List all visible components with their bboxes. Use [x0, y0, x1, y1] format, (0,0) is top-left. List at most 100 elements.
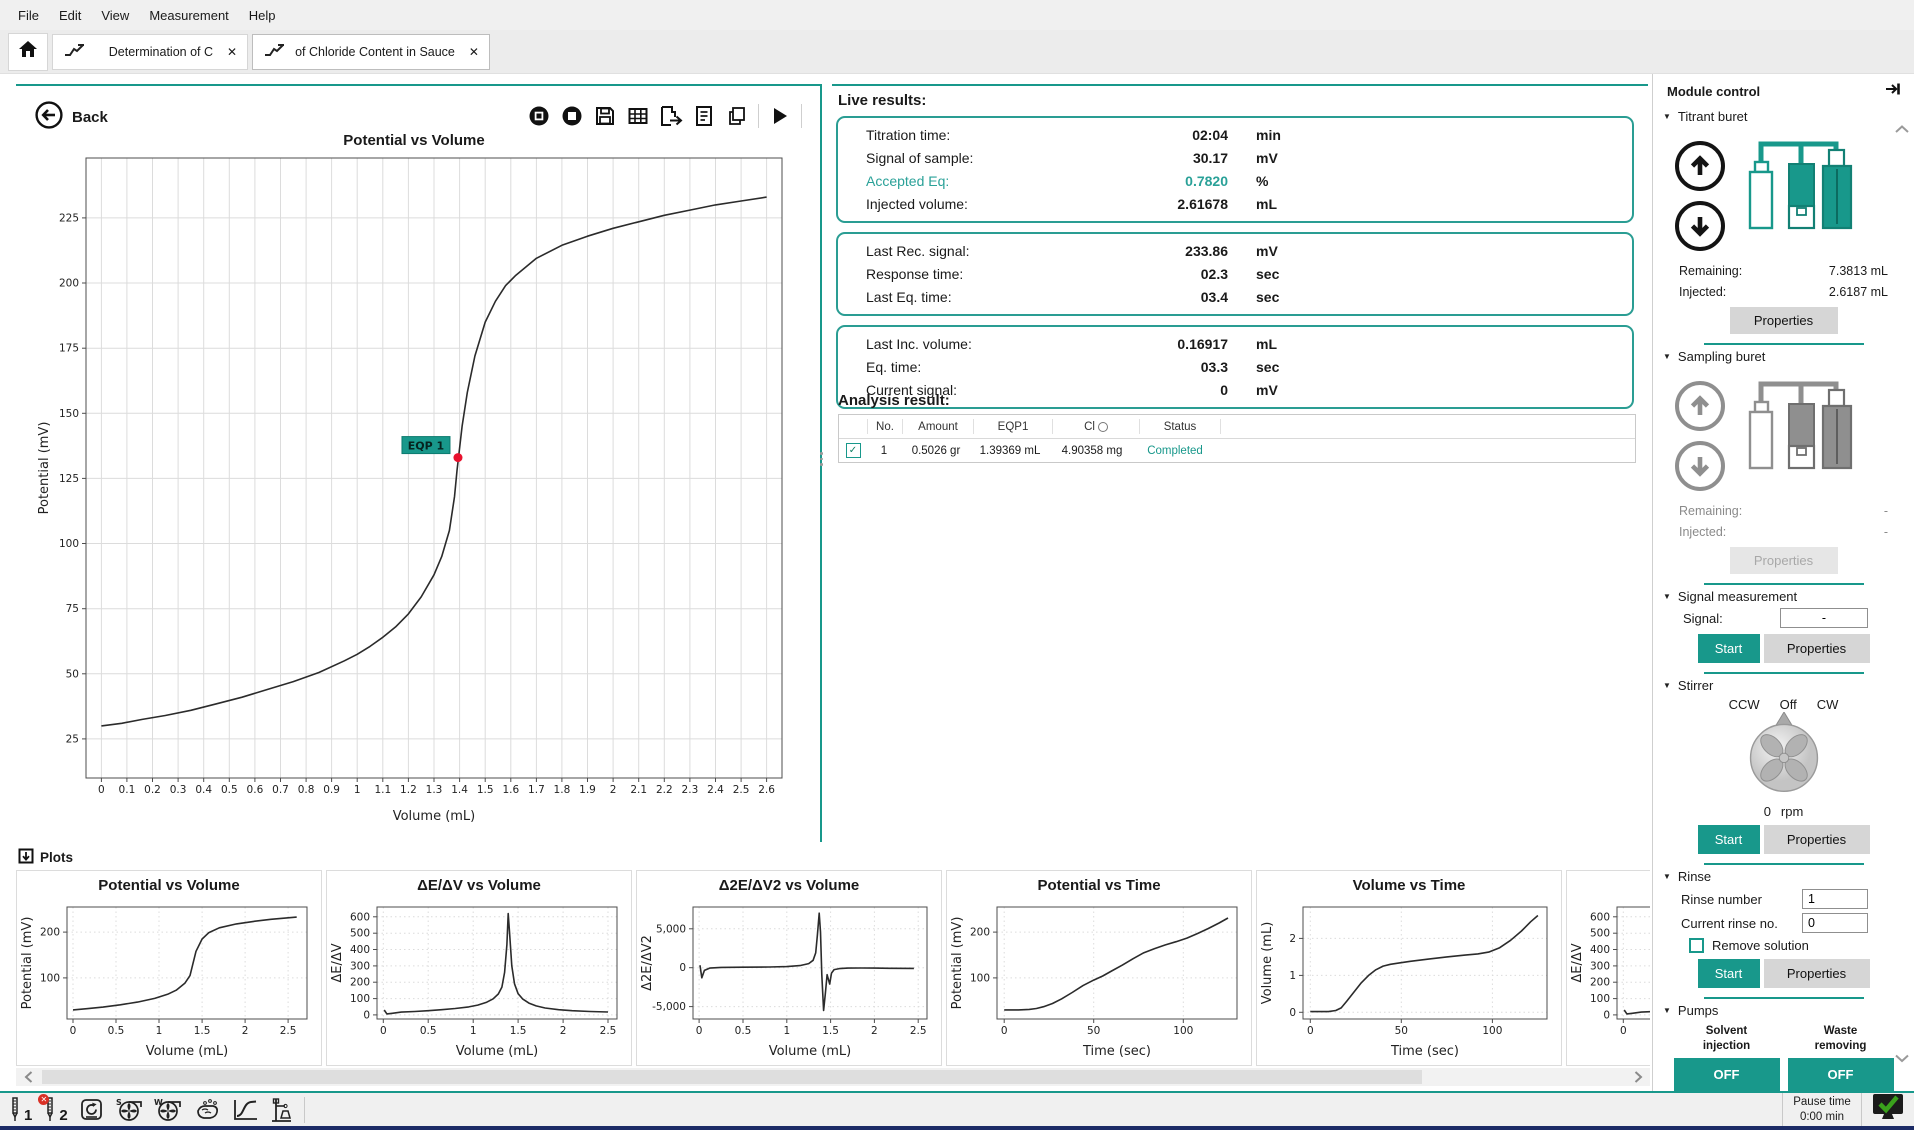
- scroll-down-icon[interactable]: [1894, 1050, 1910, 1066]
- copy-page-icon[interactable]: [725, 104, 749, 128]
- sampling-buret-header[interactable]: ▼ Sampling buret: [1653, 345, 1914, 366]
- rinse-start-button[interactable]: Start: [1698, 959, 1760, 988]
- plot-card-dedv-clipped[interactable]: ΔE/ΔV vs Volume 00.511.522.5010020030040…: [1566, 870, 1650, 1066]
- menu-edit[interactable]: Edit: [49, 8, 91, 23]
- plot-card-dedv-vs-volume[interactable]: ΔE/ΔV vs Volume 00.511.522.5010020030040…: [326, 870, 632, 1066]
- titration-curve-icon[interactable]: [232, 1098, 259, 1122]
- svg-text:1.9: 1.9: [579, 784, 596, 796]
- solvent-injection-toggle[interactable]: OFF: [1674, 1058, 1780, 1091]
- stirrer-cw-label[interactable]: CW: [1817, 697, 1839, 712]
- stirrer-beaker-icon[interactable]: [79, 1097, 104, 1122]
- rinse-header[interactable]: ▼ Rinse: [1653, 865, 1914, 886]
- svg-text:175: 175: [59, 343, 79, 355]
- buret-1-status-icon[interactable]: 1: [8, 1097, 32, 1123]
- svg-text:0.7: 0.7: [272, 784, 289, 796]
- plot-card-d2edv2-vs-volume[interactable]: Δ2E/ΔV2 vs Volume 00.511.522.5-5,00005,0…: [636, 870, 942, 1066]
- section-collapse-icon[interactable]: ▼: [1663, 352, 1671, 361]
- menu-measurement[interactable]: Measurement: [139, 8, 238, 23]
- stirrer-ccw-label[interactable]: CCW: [1729, 697, 1760, 712]
- save-icon[interactable]: [593, 104, 617, 128]
- pumps-header[interactable]: ▼ Pumps: [1653, 999, 1914, 1020]
- plots-horizontal-scrollbar[interactable]: [16, 1068, 1650, 1086]
- current-rinse-input[interactable]: [1802, 913, 1868, 933]
- svg-text:0: 0: [679, 962, 686, 974]
- collapse-plots-icon[interactable]: [18, 848, 34, 867]
- rinse-properties-button[interactable]: Properties: [1764, 959, 1870, 988]
- section-collapse-icon[interactable]: ▼: [1663, 681, 1671, 690]
- scrollbar-thumb[interactable]: [42, 1070, 1422, 1084]
- signal-value-field[interactable]: [1780, 608, 1868, 628]
- titration-stand-icon[interactable]: [270, 1097, 294, 1123]
- solvent-injection-label: Solvent injection: [1703, 1024, 1750, 1054]
- export-report-icon[interactable]: [659, 104, 683, 128]
- live-value: 03.3: [1088, 359, 1228, 375]
- waste-pump-icon[interactable]: W: [154, 1097, 182, 1122]
- sampling-dispense-down-button[interactable]: [1675, 441, 1725, 491]
- tab-determination[interactable]: Determination of C ✕: [52, 34, 248, 70]
- tab-chloride-content[interactable]: of Chloride Content in Sauce ✕: [252, 34, 490, 70]
- plot-card-potential-vs-time[interactable]: Potential vs Time 050100100200Time (sec)…: [946, 870, 1252, 1066]
- table-icon[interactable]: [626, 104, 650, 128]
- svg-text:100: 100: [1590, 993, 1610, 1005]
- signal-measurement-header[interactable]: ▼ Signal measurement: [1653, 585, 1914, 606]
- remove-solution-checkbox[interactable]: [1689, 938, 1704, 953]
- back-button[interactable]: Back: [34, 100, 108, 135]
- buret-2-status-icon[interactable]: ✕ 2: [43, 1097, 67, 1123]
- column-cl[interactable]: Cl: [1053, 419, 1140, 434]
- tab-close-icon[interactable]: ✕: [227, 45, 237, 59]
- system-ok-button[interactable]: [1862, 1092, 1914, 1127]
- scroll-right-icon[interactable]: [1626, 1068, 1650, 1086]
- stirrer-header[interactable]: ▼ Stirrer: [1653, 674, 1914, 695]
- scroll-left-icon[interactable]: [16, 1068, 40, 1086]
- menu-help[interactable]: Help: [239, 8, 286, 23]
- titrant-fill-up-button[interactable]: [1675, 141, 1725, 191]
- menu-file[interactable]: File: [8, 8, 49, 23]
- plots-section-header[interactable]: Plots: [18, 848, 73, 867]
- stirrer-knob[interactable]: [1736, 712, 1832, 803]
- panel-splitter-handle[interactable]: [820, 452, 823, 466]
- column-amount[interactable]: Amount: [903, 419, 974, 434]
- signal-measurement-section: ▼ Signal measurement Signal: Start Prope…: [1653, 585, 1914, 674]
- svg-text:0.5: 0.5: [221, 784, 238, 796]
- column-status[interactable]: Status: [1140, 419, 1221, 434]
- titrant-properties-button[interactable]: Properties: [1730, 307, 1838, 334]
- stop-circle-filled-icon[interactable]: [560, 104, 584, 128]
- rinse-number-input[interactable]: [1802, 889, 1868, 909]
- svg-text:0.5: 0.5: [735, 1025, 752, 1037]
- signal-start-button[interactable]: Start: [1698, 634, 1760, 663]
- row-checkbox-checked[interactable]: ✓: [846, 443, 861, 458]
- report-document-icon[interactable]: [692, 104, 716, 128]
- tab-close-icon[interactable]: ✕: [469, 45, 479, 59]
- plot-card-volume-vs-time[interactable]: Volume vs Time 050100012Time (sec)Volume…: [1256, 870, 1562, 1066]
- signal-properties-button[interactable]: Properties: [1764, 634, 1870, 663]
- section-collapse-icon[interactable]: ▼: [1663, 1006, 1671, 1015]
- scroll-up-icon[interactable]: [1894, 122, 1910, 138]
- svg-text:Volume (mL): Volume (mL): [769, 1044, 852, 1059]
- solvent-pump-icon[interactable]: S: [115, 1097, 143, 1122]
- menu-view[interactable]: View: [91, 8, 139, 23]
- svg-text:0: 0: [1603, 1009, 1610, 1021]
- svg-text:1.7: 1.7: [528, 784, 545, 796]
- stop-circle-icon[interactable]: [527, 104, 551, 128]
- stirrer-start-button[interactable]: Start: [1698, 825, 1760, 854]
- section-collapse-icon[interactable]: ▼: [1663, 872, 1671, 881]
- section-collapse-icon[interactable]: ▼: [1663, 112, 1671, 121]
- stirrer-properties-button[interactable]: Properties: [1764, 825, 1870, 854]
- sampling-properties-button[interactable]: Properties: [1730, 547, 1838, 574]
- column-eqp1[interactable]: EQP1: [974, 419, 1053, 434]
- home-button[interactable]: [8, 33, 48, 71]
- sampling-fill-up-button[interactable]: [1675, 381, 1725, 431]
- table-row[interactable]: ✓ 1 0.5026 gr 1.39369 mL 4.90358 mg Comp…: [839, 439, 1635, 462]
- titrant-dispense-down-button[interactable]: [1675, 201, 1725, 251]
- main-chart[interactable]: 00.10.20.30.40.50.60.70.80.911.11.21.31.…: [34, 150, 794, 826]
- rinse-hand-icon[interactable]: [193, 1097, 221, 1122]
- stirrer-off-label[interactable]: Off: [1780, 697, 1797, 712]
- titrant-buret-header[interactable]: ▼ Titrant buret: [1653, 105, 1914, 126]
- section-collapse-icon[interactable]: ▼: [1663, 592, 1671, 601]
- column-no[interactable]: No.: [868, 419, 903, 434]
- live-results-box-3: Last Inc. volume:0.16917mL Eq. time:03.3…: [836, 325, 1634, 409]
- plot-card-potential-vs-volume[interactable]: Potential vs Volume 00.511.522.5100200Vo…: [16, 870, 322, 1066]
- waste-removing-toggle[interactable]: OFF: [1788, 1058, 1894, 1091]
- play-icon[interactable]: [768, 104, 792, 128]
- collapse-panel-icon[interactable]: [1885, 82, 1902, 101]
